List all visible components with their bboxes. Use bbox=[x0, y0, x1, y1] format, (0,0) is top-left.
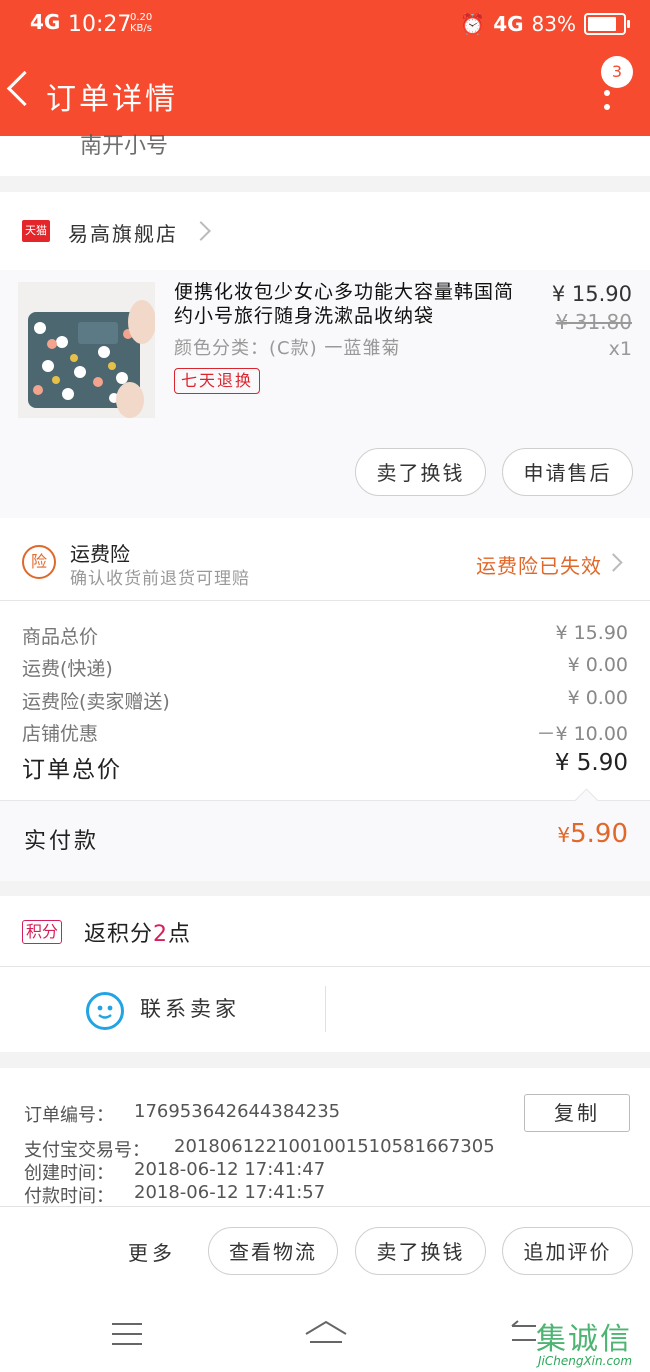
points-badge: 积分 bbox=[22, 920, 63, 944]
summary-value: ¥ 15.90 bbox=[555, 622, 628, 644]
created-time: 2018-06-12 17:41:47 bbox=[134, 1159, 326, 1180]
network-indicator-right: 4G bbox=[493, 12, 524, 36]
summary-label: 运费(快递) bbox=[22, 658, 113, 680]
copy-button[interactable]: 复制 bbox=[524, 1094, 630, 1132]
sell-button-bottom[interactable]: 卖了换钱 bbox=[355, 1227, 486, 1275]
order-total-value: ¥ 5.90 bbox=[554, 750, 628, 776]
status-right: ⏰ 4G 83% bbox=[460, 12, 630, 36]
summary-label: 商品总价 bbox=[22, 626, 99, 648]
partial-text: 南开小号 bbox=[80, 134, 169, 159]
summary-value: ¥ 0.00 bbox=[567, 687, 628, 709]
paid-symbol: ¥ bbox=[557, 823, 571, 847]
contact-seller-label: 联系卖家 bbox=[140, 997, 240, 1021]
points-contact-card: 积分 返积分2点 联系卖家 bbox=[0, 896, 650, 1052]
product-quantity: x1 bbox=[608, 338, 632, 360]
insurance-title: 运费险 bbox=[70, 542, 130, 566]
status-bar: 4G 10:27 0.20 KB/s ⏰ 4G 83% bbox=[0, 0, 650, 50]
chevron-right-icon bbox=[604, 553, 623, 572]
points-suffix: 点 bbox=[168, 922, 192, 947]
product-image[interactable] bbox=[18, 282, 155, 418]
menu-icon[interactable] bbox=[112, 1322, 142, 1350]
divider bbox=[0, 600, 650, 601]
product-variant: 颜色分类：(C款) 一蓝雏菊 bbox=[174, 338, 401, 359]
contact-seller-button[interactable]: 联系卖家 bbox=[0, 967, 325, 1052]
battery-icon bbox=[584, 13, 630, 35]
home-icon[interactable] bbox=[304, 1318, 348, 1352]
shop-row[interactable]: 天猫 易高旗舰店 bbox=[0, 192, 650, 270]
points-row: 积分 返积分2点 bbox=[0, 896, 650, 966]
nav-header: 订单详情 3 bbox=[0, 50, 650, 136]
summary-label: 运费险(卖家赠送) bbox=[22, 691, 170, 713]
sell-button[interactable]: 卖了换钱 bbox=[355, 448, 486, 496]
view-logistics-button[interactable]: 查看物流 bbox=[208, 1227, 338, 1275]
product-card[interactable]: 便携化妆包少女心多功能大容量韩国简约小号旅行随身洗漱品收纳袋 颜色分类：(C款)… bbox=[0, 270, 650, 518]
network-indicator-left: 4G bbox=[30, 10, 61, 34]
clock: 10:27 bbox=[68, 12, 132, 37]
more-menu-icon[interactable] bbox=[604, 90, 610, 118]
network-speed: 0.20 KB/s bbox=[130, 12, 152, 34]
watermark: 集诚信 JiChengXin.com bbox=[530, 1314, 650, 1372]
divider bbox=[325, 986, 326, 1032]
message-badge[interactable]: 3 bbox=[601, 56, 633, 88]
pointer-arrow bbox=[574, 788, 599, 813]
paid-row: 实付款 ¥5.90 bbox=[0, 788, 650, 881]
product-price: ¥ 15.90 bbox=[551, 282, 632, 306]
summary-value: ¥ 0.00 bbox=[567, 654, 628, 676]
top-bar: 4G 10:27 0.20 KB/s ⏰ 4G 83% 订单详情 3 bbox=[0, 0, 650, 136]
summary-value: －¥ 10.00 bbox=[536, 723, 628, 745]
watermark-text: 集诚信 bbox=[536, 1322, 632, 1357]
chat-face-icon bbox=[86, 992, 124, 1030]
alarm-icon: ⏰ bbox=[460, 12, 486, 36]
bottom-action-bar: 更多 查看物流 卖了换钱 追加评价 bbox=[0, 1206, 650, 1297]
system-nav-bar: 集诚信 JiChengXin.com bbox=[0, 1296, 650, 1372]
summary-label: 店铺优惠 bbox=[22, 723, 99, 745]
more-button[interactable]: 更多 bbox=[128, 1237, 176, 1266]
after-sale-button[interactable]: 申请售后 bbox=[502, 448, 633, 496]
insurance-status: 运费险已失效 bbox=[476, 554, 602, 578]
seven-day-return-tag: 七天退换 bbox=[174, 368, 261, 394]
speed-unit: KB/s bbox=[130, 23, 152, 34]
speed-value: 0.20 bbox=[130, 12, 153, 23]
insurance-row[interactable]: 险 运费险 确认收货前退货可理赔 运费险已失效 bbox=[0, 518, 650, 600]
insurance-icon: 险 bbox=[22, 545, 56, 579]
points-count: 2 bbox=[153, 922, 169, 947]
paid-time-label: 付款时间： bbox=[24, 1186, 114, 1207]
paid-time: 2018-06-12 17:41:57 bbox=[134, 1182, 326, 1203]
order-number: 176953642644384235 bbox=[134, 1101, 341, 1122]
watermark-domain: JiChengXin.com bbox=[538, 1354, 633, 1368]
address-section-tail: 南开小号 bbox=[0, 134, 650, 176]
points-prefix: 返积分 bbox=[84, 922, 154, 947]
insurance-subtitle: 确认收货前退货可理赔 bbox=[70, 569, 250, 589]
tmall-badge: 天猫 bbox=[22, 220, 50, 242]
battery-percent: 83% bbox=[531, 12, 576, 36]
add-review-button[interactable]: 追加评价 bbox=[502, 1227, 633, 1275]
product-original-price: ¥ 31.80 bbox=[555, 310, 632, 334]
order-number-label: 订单编号： bbox=[24, 1105, 114, 1126]
price-card: 险 运费险 确认收货前退货可理赔 运费险已失效 商品总价 ¥ 15.90 运费(… bbox=[0, 518, 650, 881]
paid-amount: ¥5.90 bbox=[557, 819, 628, 849]
chevron-right-icon bbox=[191, 221, 211, 241]
order-total-label: 订单总价 bbox=[22, 757, 122, 783]
points-text: 返积分2点 bbox=[84, 916, 191, 948]
paid-label: 实付款 bbox=[24, 829, 100, 854]
alipay-number: 2018061221001001510581667305 bbox=[174, 1136, 495, 1157]
order-info-card: 订单编号： 176953642644384235 复制 支付宝交易号： 2018… bbox=[0, 1068, 650, 1207]
back-icon[interactable] bbox=[6, 70, 43, 107]
shop-name: 易高旗舰店 bbox=[68, 222, 178, 246]
product-title[interactable]: 便携化妆包少女心多功能大容量韩国简约小号旅行随身洗漱品收纳袋 bbox=[174, 280, 524, 328]
paid-value: 5.90 bbox=[570, 819, 628, 849]
page-title: 订单详情 bbox=[46, 82, 178, 117]
